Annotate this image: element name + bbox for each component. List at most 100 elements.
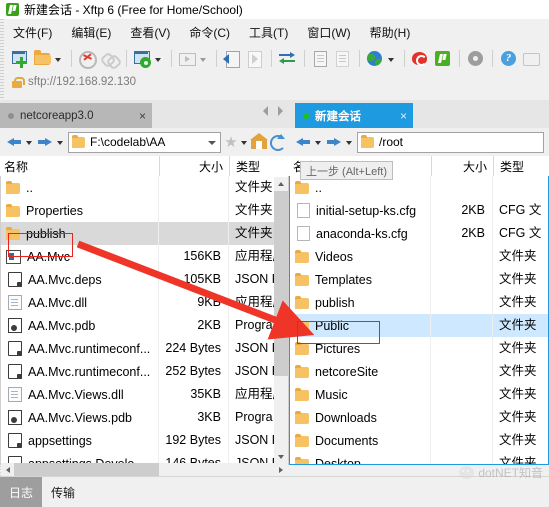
tab-scroll-right-icon[interactable]	[278, 106, 283, 116]
menu-tools[interactable]: 工具(T)	[248, 22, 289, 43]
table-row[interactable]: anaconda-ks.cfg 2KB CFG 文	[290, 222, 548, 245]
cell-size	[158, 176, 228, 199]
tab-close-icon[interactable]: ×	[400, 110, 407, 122]
table-row[interactable]: AA.Mvc.dll 9KB 应用程序	[1, 291, 288, 314]
settings-icon[interactable]	[465, 48, 486, 69]
forward-arrow-icon[interactable]	[324, 132, 344, 152]
scroll-up-icon[interactable]	[274, 177, 288, 191]
scroll-right-icon[interactable]	[275, 463, 288, 476]
scrollbar-thumb[interactable]	[274, 191, 288, 376]
back-arrow-icon[interactable]	[293, 132, 313, 152]
cell-name: publish	[290, 295, 430, 310]
cell-type: 文件夹	[492, 429, 548, 452]
file-name: AA.Mvc.runtimeconf...	[28, 364, 151, 379]
file-panes: netcoreapp3.0 × F:\codelab\AA ★ 名称 大小 类型…	[0, 100, 549, 477]
transfer-in-icon[interactable]	[222, 48, 243, 69]
table-row[interactable]: appsettings 192 Bytes JSON F	[1, 429, 288, 452]
table-row[interactable]: Templates 文件夹	[290, 268, 548, 291]
file-name: Properties	[26, 203, 83, 218]
status-tab-log[interactable]: 日志	[0, 477, 43, 507]
new-session-icon[interactable]	[10, 48, 31, 69]
local-horizontal-scrollbar[interactable]	[1, 463, 288, 476]
column-header-type[interactable]: 类型	[493, 156, 549, 176]
table-row[interactable]: AA.Mvc.Views.pdb 3KB Progra	[1, 406, 288, 429]
table-row[interactable]: AA.Mvc.runtimeconf... 252 Bytes JSON F	[1, 360, 288, 383]
menu-help[interactable]: 帮助(H)	[369, 22, 412, 43]
status-tab-transfer[interactable]: 传输	[42, 477, 84, 507]
scroll-left-icon[interactable]	[1, 463, 14, 476]
xftp-launch-icon[interactable]	[432, 48, 453, 69]
cell-name: Music	[290, 387, 430, 402]
table-row[interactable]: Downloads 文件夹	[290, 406, 548, 429]
sync-browse-icon[interactable]	[277, 48, 298, 69]
scrollbar-thumb[interactable]	[14, 463, 159, 476]
table-row[interactable]: AA.Mvc.deps 105KB JSON F	[1, 268, 288, 291]
menu-command[interactable]: 命令(C)	[188, 22, 231, 43]
local-file-list[interactable]: .. 文件夹 Properties 文件夹 publish 文件夹 AA.Mvc 156KB 应…	[0, 176, 289, 465]
cell-size	[430, 291, 492, 314]
forward-history-chevron-down-icon[interactable]	[55, 132, 66, 152]
session-manager-icon[interactable]	[132, 48, 153, 69]
table-row[interactable]: Public 文件夹	[290, 314, 548, 337]
menu-view[interactable]: 查看(V)	[129, 22, 171, 43]
forward-history-chevron-down-icon[interactable]	[344, 132, 355, 152]
table-row[interactable]: Videos 文件夹	[290, 245, 548, 268]
tab-scroll-left-icon[interactable]	[263, 106, 268, 116]
help-icon[interactable]: ?	[498, 48, 519, 69]
xftp-window: 新建会话 - Xftp 6 (Free for Home/School) 文件(…	[0, 0, 549, 507]
table-row[interactable]: AA.Mvc 156KB 应用程序	[1, 245, 288, 268]
back-history-chevron-down-icon[interactable]	[24, 132, 35, 152]
local-address-bar: F:\codelab\AA ★	[0, 128, 289, 156]
table-row[interactable]: publish 文件夹	[1, 222, 288, 245]
table-row[interactable]: Documents 文件夹	[290, 429, 548, 452]
xshell-icon[interactable]	[410, 48, 431, 69]
table-row[interactable]: AA.Mvc.runtimeconf... 224 Bytes JSON F	[1, 337, 288, 360]
home-icon[interactable]	[250, 133, 268, 151]
tab-new-session[interactable]: 新建会话 ×	[295, 103, 413, 128]
forward-arrow-icon[interactable]	[35, 132, 55, 152]
tab-netcoreapp3-0[interactable]: netcoreapp3.0 ×	[0, 103, 152, 128]
watermark-text: dotNET知音	[478, 466, 543, 480]
scroll-down-icon[interactable]	[274, 450, 288, 464]
tab-close-icon[interactable]: ×	[139, 110, 146, 122]
table-row[interactable]: netcoreSite 文件夹	[290, 360, 548, 383]
toolbar-divider	[126, 50, 127, 67]
table-row[interactable]: AA.Mvc.Views.dll 35KB 应用程序	[1, 383, 288, 406]
remote-path-input[interactable]: /root	[357, 131, 544, 153]
table-row[interactable]: initial-setup-ks.cfg 2KB CFG 文	[290, 199, 548, 222]
star-icon[interactable]: ★	[223, 135, 239, 150]
favorites-chevron-down-icon[interactable]	[239, 132, 250, 152]
refresh-icon[interactable]	[268, 133, 286, 151]
column-header-type[interactable]: 类型	[229, 156, 289, 176]
table-row[interactable]: AA.Mvc.pdb 2KB Progra	[1, 314, 288, 337]
globe-chevron-down-icon[interactable]	[387, 48, 396, 69]
path-dropdown-chevron-down-icon[interactable]	[206, 132, 217, 152]
tab-label: 新建会话	[315, 110, 361, 123]
back-history-chevron-down-icon[interactable]	[313, 132, 324, 152]
cell-type: 文件夹	[492, 337, 548, 360]
json-icon	[8, 364, 22, 379]
local-path-input[interactable]: F:\codelab\AA	[68, 131, 221, 153]
menu-file[interactable]: 文件(F)	[12, 22, 53, 43]
back-arrow-icon[interactable]	[4, 132, 24, 152]
cell-size	[430, 314, 492, 337]
table-row[interactable]: Properties 文件夹	[1, 199, 288, 222]
table-row[interactable]: .. 文件夹	[1, 176, 288, 199]
menu-window[interactable]: 窗口(W)	[306, 22, 351, 43]
table-row[interactable]: Music 文件夹	[290, 383, 548, 406]
column-header-size[interactable]: 大小	[159, 156, 229, 176]
remote-file-list[interactable]: .. initial-setup-ks.cfg 2KB CFG 文 anaconda-k…	[289, 176, 549, 465]
menu-edit[interactable]: 编辑(E)	[70, 22, 112, 43]
column-header-name[interactable]: 名称	[0, 156, 159, 176]
table-row[interactable]: publish 文件夹	[290, 291, 548, 314]
cell-name: AA.Mvc.Views.pdb	[1, 410, 158, 425]
disconnect-icon[interactable]	[77, 48, 98, 69]
session-manager-chevron-down-icon[interactable]	[154, 48, 163, 69]
open-folder-icon[interactable]	[32, 48, 53, 69]
local-vertical-scrollbar[interactable]	[274, 177, 288, 464]
copy-icon[interactable]	[310, 48, 331, 69]
open-folder-chevron-down-icon[interactable]	[54, 48, 63, 69]
table-row[interactable]: Pictures 文件夹	[290, 337, 548, 360]
column-header-size[interactable]: 大小	[431, 156, 493, 176]
globe-icon[interactable]	[365, 48, 386, 69]
